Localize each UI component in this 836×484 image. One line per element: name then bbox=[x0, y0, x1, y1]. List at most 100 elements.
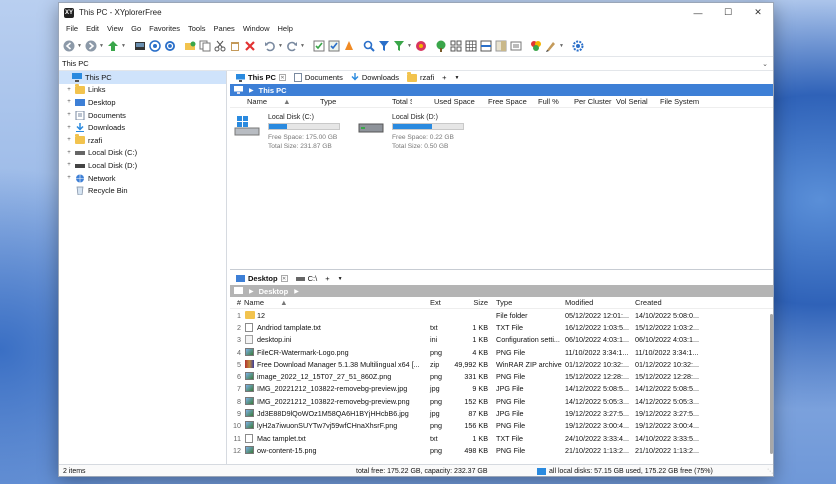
settings-icon[interactable] bbox=[571, 39, 585, 53]
filter-dropdown[interactable]: ▼ bbox=[407, 39, 413, 53]
up-dropdown[interactable]: ▼ bbox=[121, 39, 127, 53]
file-name[interactable]: IMG_20221212_103822-removebg-preview.png bbox=[257, 397, 428, 406]
breadcrumb-item[interactable]: This PC bbox=[259, 86, 287, 95]
tree-expander[interactable]: + bbox=[65, 98, 73, 106]
tree-item-desktop[interactable]: + Desktop bbox=[59, 96, 226, 109]
scrollbar-thumb[interactable] bbox=[770, 314, 773, 454]
file-name[interactable]: 12 bbox=[257, 311, 428, 320]
file-row[interactable]: 10 lyH2a7iwuonSUYTw7vj59wfCHnaXhsrF.png … bbox=[230, 420, 773, 432]
up-icon[interactable] bbox=[106, 39, 120, 53]
column-used-space[interactable]: Used Space bbox=[434, 97, 488, 106]
delete-icon[interactable] bbox=[243, 39, 257, 53]
tab-close-icon[interactable]: ✕ bbox=[278, 74, 286, 81]
preview-icon[interactable] bbox=[494, 39, 508, 53]
chevron-right-icon[interactable]: ▶ bbox=[249, 288, 254, 295]
target-icon[interactable] bbox=[148, 39, 162, 53]
file-row[interactable]: 5 Free Download Manager 5.1.38 Multiling… bbox=[230, 358, 773, 370]
column-name[interactable]: Name ▲ bbox=[247, 97, 320, 106]
tab-rzafi[interactable]: rzafi bbox=[403, 71, 438, 84]
file-row[interactable]: 7 IMG_20221212_103822-removebg-preview.j… bbox=[230, 383, 773, 395]
file-row[interactable]: 6 image_2022_12_15T07_27_51_860Z.png png… bbox=[230, 370, 773, 382]
redo-icon[interactable] bbox=[285, 39, 299, 53]
resize-grip-icon[interactable]: ⋱ bbox=[767, 468, 773, 475]
menu-tools[interactable]: Tools bbox=[184, 24, 210, 33]
column-per-cluster[interactable]: Per Cluster bbox=[574, 97, 616, 106]
file-name[interactable]: FileCR-Watermark-Logo.png bbox=[257, 348, 428, 357]
tree-item-downloads[interactable]: + Downloads bbox=[59, 121, 226, 134]
minimize-button[interactable]: — bbox=[683, 3, 713, 22]
address-text[interactable]: This PC bbox=[62, 59, 89, 68]
column-ext[interactable]: Ext bbox=[428, 298, 454, 307]
column-modified[interactable]: Modified bbox=[565, 298, 635, 307]
column-created[interactable]: Created bbox=[635, 298, 705, 307]
new-folder-icon[interactable] bbox=[183, 39, 197, 53]
menu-go[interactable]: Go bbox=[127, 24, 145, 33]
search-icon[interactable] bbox=[362, 39, 376, 53]
info-icon[interactable] bbox=[509, 39, 523, 53]
file-name[interactable]: image_2022_12_15T07_27_51_860Z.png bbox=[257, 372, 428, 381]
tree-item-rzafi[interactable]: + rzafi bbox=[59, 134, 226, 147]
close-button[interactable]: ✕ bbox=[743, 3, 773, 22]
breadcrumb-item[interactable]: Desktop bbox=[259, 287, 289, 296]
column-type[interactable]: Type bbox=[494, 298, 565, 307]
tree-item-this-pc[interactable]: This PC bbox=[59, 71, 226, 84]
column-number[interactable]: # bbox=[230, 298, 244, 307]
column-full-percent[interactable]: Full % bbox=[538, 97, 574, 106]
file-name[interactable]: Jd3E88D9lQoWOz1M58QA6H1BYjHHcbB6.jpg bbox=[257, 409, 428, 418]
file-name[interactable]: lyH2a7iwuonSUYTw7vj59wfCHnaXhsrF.png bbox=[257, 421, 428, 430]
tree-expander[interactable]: + bbox=[65, 149, 73, 157]
tree-expander[interactable]: + bbox=[65, 161, 73, 169]
forward-icon[interactable] bbox=[84, 39, 98, 53]
column-file-system[interactable]: File System bbox=[660, 97, 710, 106]
tab-documents[interactable]: Documents bbox=[290, 71, 347, 84]
tab-close-icon[interactable]: ✕ bbox=[280, 275, 288, 282]
column-type[interactable]: Type bbox=[320, 97, 392, 106]
tree-expander[interactable] bbox=[65, 187, 73, 195]
filter-icon[interactable] bbox=[377, 39, 391, 53]
undo-icon[interactable] bbox=[263, 39, 277, 53]
chevron-right-icon[interactable]: ▶ bbox=[294, 288, 299, 295]
column-free-space[interactable]: Free Space bbox=[488, 97, 538, 106]
file-row[interactable]: 3 desktop.ini ini 1 KB Configuration set… bbox=[230, 334, 773, 346]
find-icon[interactable] bbox=[163, 39, 177, 53]
copy-icon[interactable] bbox=[198, 39, 212, 53]
file-name[interactable]: Mac tamplet.txt bbox=[257, 434, 428, 443]
list-icon[interactable] bbox=[479, 39, 493, 53]
file-row[interactable]: 9 Jd3E88D9lQoWOz1M58QA6H1BYjHHcbB6.jpg j… bbox=[230, 407, 773, 419]
menu-help[interactable]: Help bbox=[274, 24, 297, 33]
column-total-size[interactable]: Total Size bbox=[392, 97, 412, 106]
tab-list-chevron-down-icon[interactable]: ▼ bbox=[451, 71, 464, 84]
tab-downloads[interactable]: Downloads bbox=[347, 71, 403, 84]
file-name[interactable]: Free Download Manager 5.1.38 Multilingua… bbox=[257, 360, 428, 369]
file-row[interactable]: 8 IMG_20221212_103822-removebg-preview.p… bbox=[230, 395, 773, 407]
tree-item-links[interactable]: + Links bbox=[59, 83, 226, 97]
file-name[interactable]: ow-content-15.png bbox=[257, 446, 428, 455]
paste-icon[interactable] bbox=[228, 39, 242, 53]
tree-expander[interactable] bbox=[62, 73, 70, 81]
tree-expander[interactable]: + bbox=[65, 174, 73, 182]
paint-dropdown[interactable]: ▼ bbox=[559, 39, 565, 53]
file-row[interactable]: 1 12 File folder 05/12/2022 12:01:... 14… bbox=[230, 309, 773, 321]
forward-dropdown[interactable]: ▼ bbox=[99, 39, 105, 53]
redo-dropdown[interactable]: ▼ bbox=[300, 39, 306, 53]
check-icon[interactable] bbox=[327, 39, 341, 53]
back-dropdown[interactable]: ▼ bbox=[77, 39, 83, 53]
tree-expander[interactable]: + bbox=[65, 86, 73, 94]
grid-icon[interactable] bbox=[464, 39, 478, 53]
vertical-scrollbar[interactable] bbox=[769, 310, 773, 462]
visual-filter-icon[interactable] bbox=[392, 39, 406, 53]
tab-c-drive[interactable]: C:\ bbox=[292, 272, 322, 285]
menu-window[interactable]: Window bbox=[239, 24, 274, 33]
select-icon[interactable] bbox=[312, 39, 326, 53]
new-tab-button[interactable]: + bbox=[438, 71, 450, 84]
file-row[interactable]: 11 Mac tamplet.txt txt 1 KB TXT File 24/… bbox=[230, 432, 773, 444]
chevron-down-icon[interactable]: ⌄ bbox=[762, 60, 768, 68]
file-name[interactable]: IMG_20221212_103822-removebg-preview.jpg bbox=[257, 384, 428, 393]
tree-expander[interactable]: + bbox=[65, 124, 73, 132]
breadcrumb[interactable]: ▶ This PC bbox=[230, 84, 773, 96]
paint-icon[interactable] bbox=[544, 39, 558, 53]
new-tab-button[interactable]: + bbox=[321, 272, 333, 285]
color-icon[interactable] bbox=[529, 39, 543, 53]
file-name[interactable]: desktop.ini bbox=[257, 335, 428, 344]
thumbnails-icon[interactable] bbox=[449, 39, 463, 53]
